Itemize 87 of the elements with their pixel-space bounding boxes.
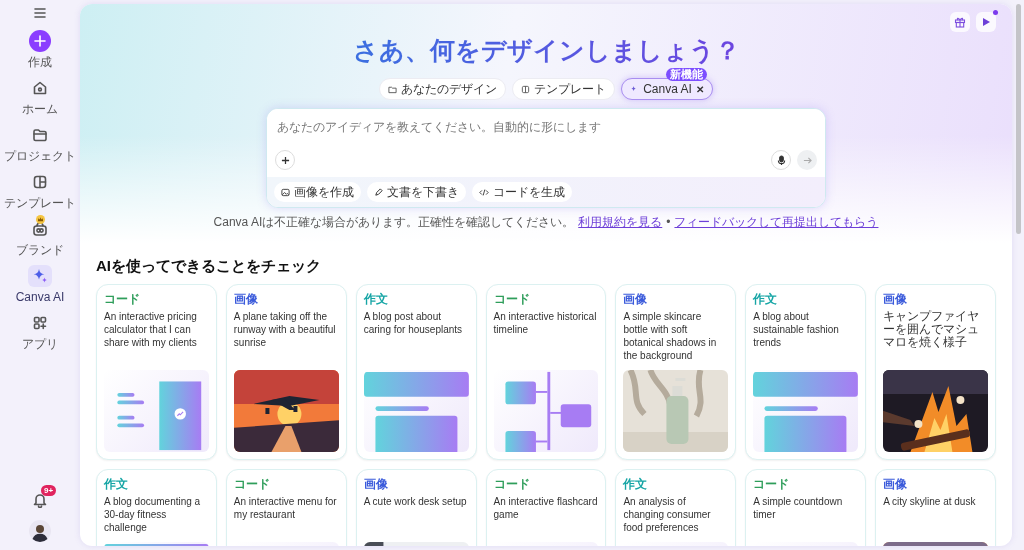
apps-icon <box>32 315 48 331</box>
scrollbar[interactable] <box>1015 4 1021 234</box>
plus-icon <box>280 155 290 165</box>
sidebar-item[interactable]: Canva AI <box>1 265 79 304</box>
example-card[interactable]: コード An interactive menu for my restaurant <box>225 468 347 546</box>
text-input[interactable]: あなたのアイディアを教えてください。自動的に形にします <box>277 118 815 136</box>
home-icon <box>32 80 48 96</box>
separator: • <box>666 214 671 231</box>
sidebar-item[interactable]: プロジェクト <box>1 124 79 163</box>
prompt-text: An interactive pricing calculator that I can share with my clients <box>104 309 198 349</box>
crown-icon <box>37 216 44 223</box>
gift-button[interactable] <box>950 12 970 32</box>
example-card[interactable]: 画像 キャンプファイヤーを囲んでマシュマロを焼く様子 <box>875 283 996 460</box>
template-icon <box>521 84 531 94</box>
folder-icon <box>388 84 398 94</box>
prompt-text: An interactive historical timeline <box>493 309 598 337</box>
example-card[interactable]: 画像 A simple skincare bottle with soft botanical shadows in the background <box>615 283 737 460</box>
sidebar-item[interactable]: 作成 <box>1 30 79 69</box>
prompt-text: A blog documenting a 30-day fitness challenge <box>104 494 202 534</box>
prompt-text: A cute work desk setup <box>363 494 468 509</box>
new-badge: 新機能 <box>665 68 707 81</box>
suggestion-chip[interactable]: 文書を下書き <box>367 182 466 202</box>
sidebar-item[interactable]: ブランド <box>1 218 79 257</box>
image-icon <box>281 187 290 197</box>
gift-icon <box>954 16 966 28</box>
tab[interactable]: あなたのデザイン <box>379 78 507 100</box>
category-tag: コード <box>753 476 859 491</box>
suggestion-chip[interactable]: 画像を作成 <box>274 182 361 202</box>
sidebar-item[interactable]: ホーム <box>1 77 79 116</box>
category-tag: 画像 <box>363 476 469 491</box>
microphone-icon <box>776 154 786 166</box>
notification-badge: 9+ <box>41 485 57 496</box>
example-card[interactable]: 画像 A city skyline at dusk <box>875 468 996 546</box>
example-card[interactable]: 画像 A cute work desk setup <box>355 468 477 546</box>
close-icon[interactable]: ✕ <box>695 81 704 97</box>
play-button[interactable] <box>976 12 996 32</box>
prompt-text: An interactive menu for my restaurant <box>233 494 338 522</box>
prompt-text: A simple skincare bottle with soft botanical shadows in the background <box>623 309 718 362</box>
plus-icon <box>34 35 46 47</box>
category-tag: コード <box>233 476 339 491</box>
example-card[interactable]: 作文 An analysis of changing consumer food preferences <box>615 468 737 546</box>
category-tag: 作文 <box>753 291 859 306</box>
folder-icon <box>32 127 48 143</box>
prompt-text: A city skyline at dusk <box>883 494 977 509</box>
prompt-text: An interactive flashcard game <box>493 494 599 522</box>
category-tag: コード <box>104 291 209 306</box>
example-card[interactable]: コード An interactive pricing calculator that I can share with my clients <box>96 283 217 460</box>
prompt-text: A blog about sustainable fashion trends <box>753 309 840 349</box>
category-tag: 画像 <box>623 291 729 306</box>
example-card[interactable]: コード A simple countdown timer <box>745 468 867 546</box>
prompt-field[interactable]: あなたのアイディアを教えてください。自動的に形にします <box>267 109 825 150</box>
suggestion-chip[interactable]: コードを生成 <box>472 182 572 202</box>
example-card[interactable]: 作文 A blog post about caring for houseplants <box>355 283 477 460</box>
category-tag: 作文 <box>104 476 209 491</box>
brand-icon <box>32 221 48 237</box>
play-icon <box>981 17 991 27</box>
prompt-text: A simple countdown timer <box>753 494 844 522</box>
code-icon <box>479 187 489 197</box>
category-tag: 画像 <box>883 476 988 491</box>
category-tag: 作文 <box>623 476 729 491</box>
category-tag: 画像 <box>883 291 988 306</box>
prompt-text: A plane taking off the runway with a beautiful sunrise <box>233 309 337 349</box>
pen-icon <box>374 187 383 197</box>
example-card[interactable]: 作文 A blog documenting a 30-day fitness challenge <box>96 468 217 546</box>
tab[interactable]: テンプレート <box>512 78 616 100</box>
link[interactable]: 利用規約を見る <box>578 213 663 231</box>
category-tag: コード <box>493 476 599 491</box>
prompt-text: A blog post about caring for houseplants <box>363 309 464 337</box>
arrow-icon <box>802 155 812 165</box>
sidebar-item[interactable]: アプリ <box>1 312 79 351</box>
example-card[interactable]: コード An interactive flashcard game <box>485 468 607 546</box>
category-tag: コード <box>493 291 599 306</box>
prompt-text: キャンプファイヤーを囲んでマシュマロを焼く様子 <box>883 309 981 349</box>
sidebar-item[interactable]: テンプレート <box>1 171 79 210</box>
link[interactable]: フィードバックして再提出してもらう <box>674 213 879 231</box>
bell-icon[interactable] <box>32 492 48 508</box>
template-icon <box>32 174 48 190</box>
avatar[interactable] <box>29 520 51 542</box>
example-card[interactable]: コード An interactive historical timeline <box>485 283 607 460</box>
disclaimer-text: Canva AIは不正確な場合があります。正確性を確認してください。 <box>213 214 575 231</box>
section-heading: AIを使ってできることをチェック <box>96 256 322 276</box>
menu-icon[interactable] <box>34 8 46 18</box>
category-tag: 画像 <box>233 291 339 306</box>
example-card[interactable]: 画像 A plane taking off the runway with a beautiful sunrise <box>225 283 347 460</box>
example-card[interactable]: 作文 A blog about sustainable fashion trends <box>745 283 867 460</box>
prompt-text: An analysis of changing consumer food preferences <box>623 494 712 534</box>
category-tag: 作文 <box>363 291 469 306</box>
